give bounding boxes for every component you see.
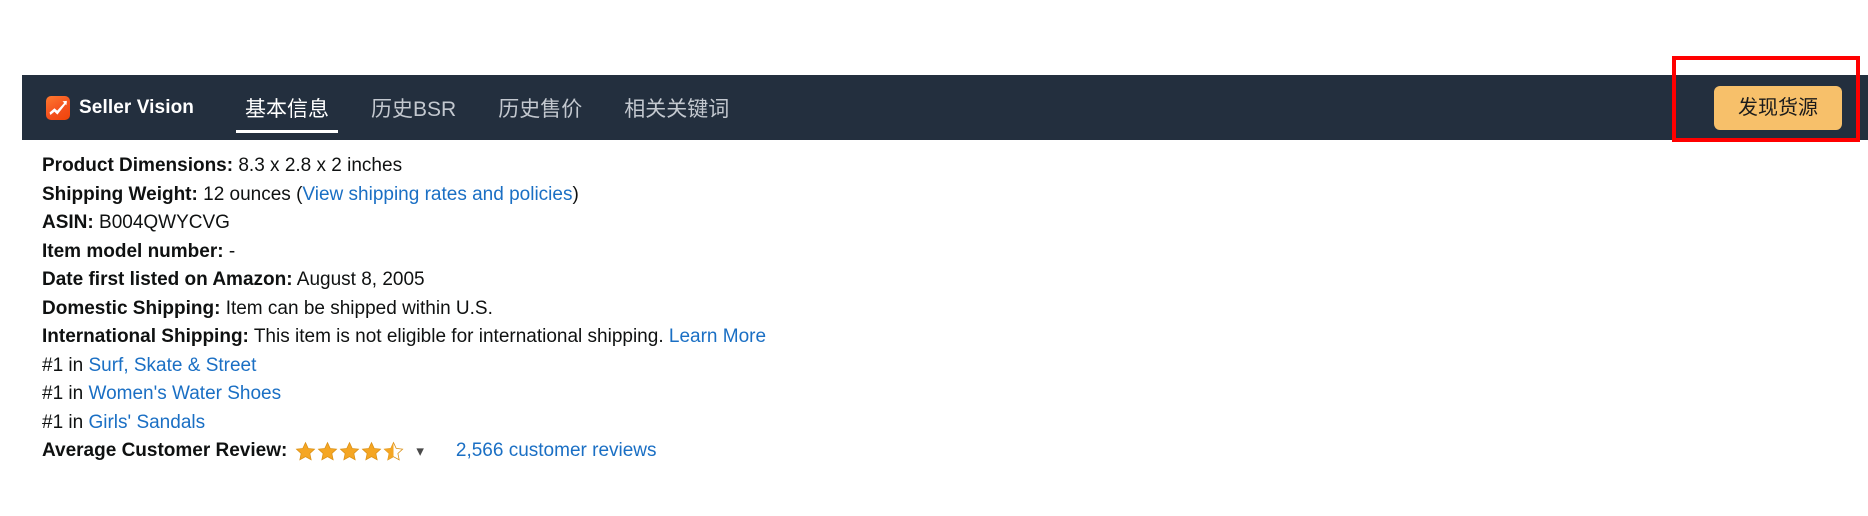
rank-row: #1 in Women's Water Shoes xyxy=(42,380,1542,409)
detail-label: ASIN: xyxy=(42,212,94,233)
star-icon xyxy=(361,441,382,461)
cta-container: 发现货源 xyxy=(1714,85,1842,130)
star-icon xyxy=(295,441,316,461)
detail-value: Item can be shipped within U.S. xyxy=(225,297,493,319)
average-customer-review-row: Average Customer Review: ▾ 2,566 custome… xyxy=(42,437,1542,466)
seller-vision-logo-icon xyxy=(46,95,70,120)
product-details: Product Dimensions: 8.3 x 2.8 x 2 inches… xyxy=(42,152,1542,466)
view-shipping-rates-link[interactable]: View shipping rates and policies xyxy=(302,184,572,205)
rank-prefix: #1 in xyxy=(42,411,84,433)
rank-row: #1 in Surf, Skate & Street xyxy=(42,352,1542,381)
detail-value: This item is not eligible for internatio… xyxy=(253,326,664,347)
tab-basic-info[interactable]: 基本信息 xyxy=(224,75,350,140)
average-customer-review-label: Average Customer Review: xyxy=(42,440,288,461)
rank-category-link[interactable]: Girls' Sandals xyxy=(88,412,205,433)
star-rating[interactable] xyxy=(295,441,404,462)
tab-history-bsr[interactable]: 历史BSR xyxy=(350,75,477,140)
detail-label: International Shipping: xyxy=(42,326,249,347)
detail-value: B004QWYCVG xyxy=(99,212,230,233)
detail-row-asin: ASIN: B004QWYCVG xyxy=(42,209,1542,238)
detail-value: August 8, 2005 xyxy=(296,269,425,290)
star-icon xyxy=(317,441,338,461)
rank-category-link[interactable]: Women's Water Shoes xyxy=(88,383,281,404)
detail-value: - xyxy=(228,240,236,262)
detail-label: Domestic Shipping: xyxy=(42,297,221,319)
brand-name: Seller Vision xyxy=(79,96,195,118)
detail-row-item-model-number: Item model number: - xyxy=(42,238,1542,267)
rank-category-link[interactable]: Surf, Skate & Street xyxy=(88,355,256,376)
detail-label: Item model number: xyxy=(42,240,224,262)
tab-related-keywords[interactable]: 相关关键词 xyxy=(603,75,750,140)
seller-vision-navbar: Seller Vision 基本信息 历史BSR 历史售价 相关关键词 发现货源 xyxy=(22,75,1868,140)
tab-basic-info-label: 基本信息 xyxy=(245,97,330,121)
chevron-down-icon[interactable]: ▾ xyxy=(416,444,424,459)
rank-row: #1 in Girls' Sandals xyxy=(42,409,1542,438)
paren-close: ) xyxy=(572,183,579,205)
rank-prefix: #1 in xyxy=(42,383,84,404)
find-supplier-button[interactable]: 发现货源 xyxy=(1714,85,1842,130)
tab-history-price[interactable]: 历史售价 xyxy=(477,75,603,140)
detail-label: Date first listed on Amazon: xyxy=(42,269,293,290)
detail-row-shipping-weight: Shipping Weight: 12 ounces (View shippin… xyxy=(42,181,1542,210)
detail-row-domestic-shipping: Domestic Shipping: Item can be shipped w… xyxy=(42,295,1542,324)
star-half-icon xyxy=(383,441,404,461)
detail-label: Shipping Weight: xyxy=(42,183,198,205)
rank-prefix: #1 in xyxy=(42,354,84,376)
detail-value: 12 ounces xyxy=(203,183,291,205)
detail-row-product-dimensions: Product Dimensions: 8.3 x 2.8 x 2 inches xyxy=(42,152,1542,181)
detail-value: 8.3 x 2.8 x 2 inches xyxy=(238,155,403,176)
learn-more-link[interactable]: Learn More xyxy=(669,326,766,347)
detail-label: Product Dimensions: xyxy=(42,155,234,176)
detail-row-date-first-listed: Date first listed on Amazon: August 8, 2… xyxy=(42,266,1542,295)
brand: Seller Vision xyxy=(46,95,195,120)
tab-history-price-label: 历史售价 xyxy=(498,97,583,121)
customer-reviews-link[interactable]: 2,566 customer reviews xyxy=(456,437,657,466)
tab-related-keywords-label: 相关关键词 xyxy=(624,97,730,121)
detail-row-international-shipping: International Shipping: This item is not… xyxy=(42,323,1542,352)
nav-tabs: 基本信息 历史BSR 历史售价 相关关键词 xyxy=(224,75,750,140)
star-icon xyxy=(339,441,360,461)
tab-history-bsr-label: 历史BSR xyxy=(371,97,457,121)
